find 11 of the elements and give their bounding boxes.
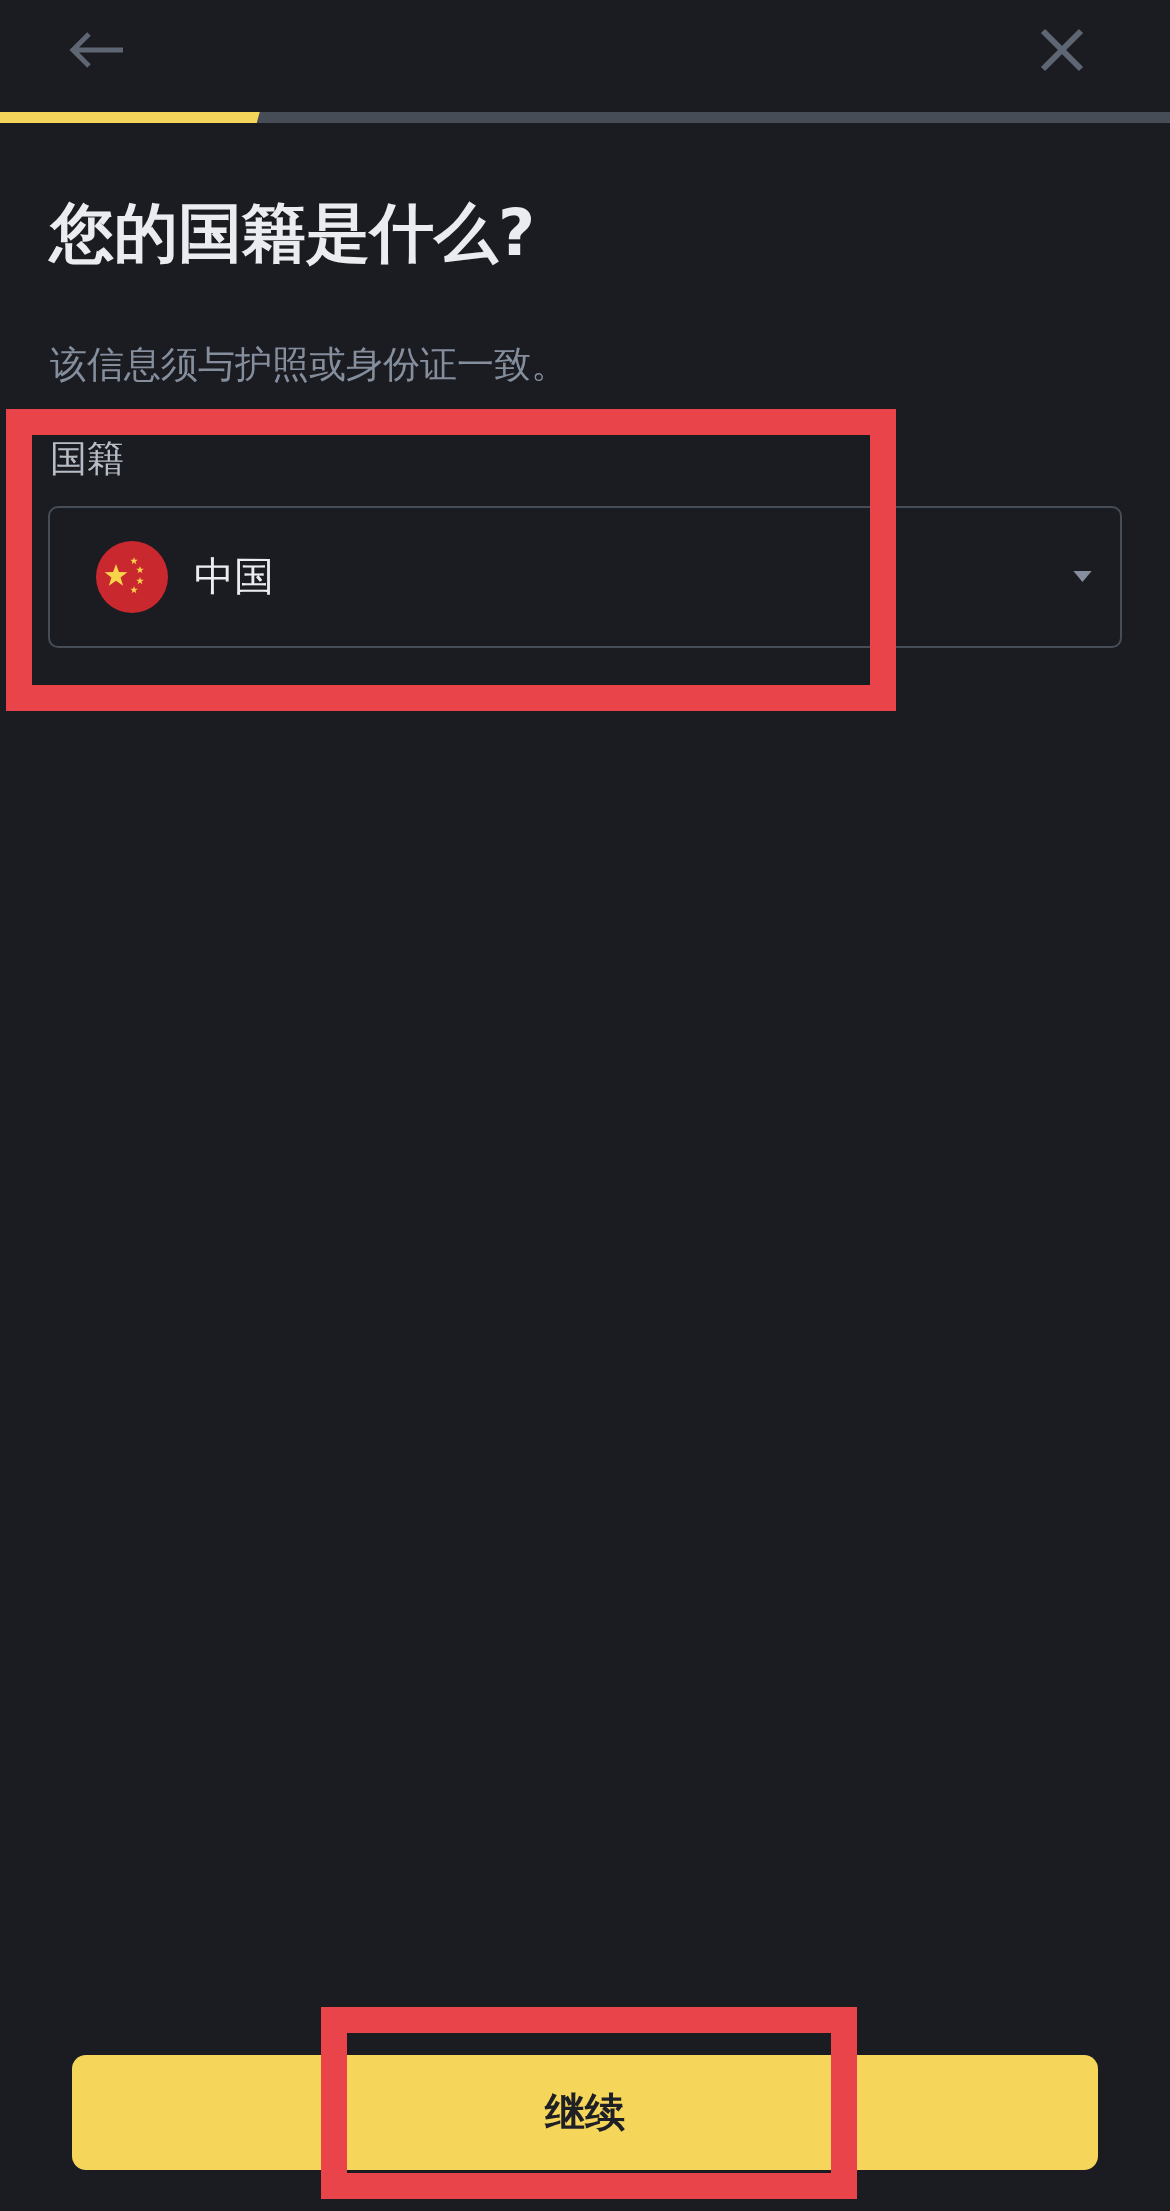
close-icon (1040, 28, 1084, 72)
nationality-select[interactable]: 中国 (48, 505, 1122, 648)
continue-button[interactable]: 继续 (72, 2055, 1098, 2170)
flag-icon (96, 540, 168, 613)
field-label: 国籍 (49, 437, 125, 482)
back-button[interactable] (69, 32, 123, 68)
caret-icon (1073, 571, 1092, 583)
page-title: 您的国籍是什么? (47, 195, 537, 272)
close-button[interactable] (1040, 28, 1084, 72)
arrow-left-icon (69, 32, 123, 68)
subtitle-text: 该信息须与护照或身份证一致。 (49, 343, 569, 388)
